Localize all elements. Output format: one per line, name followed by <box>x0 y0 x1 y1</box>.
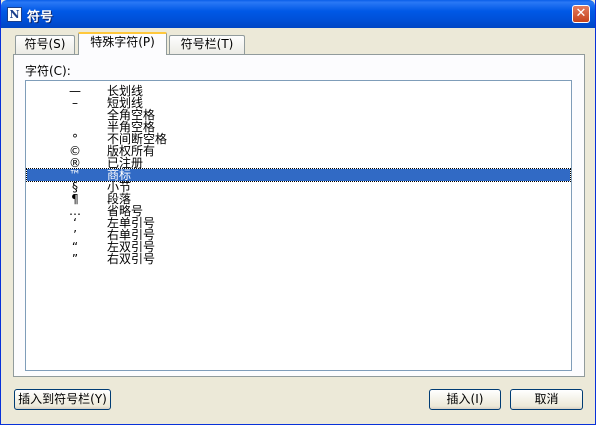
insert-to-symbol-bar-button[interactable]: 插入到符号栏(Y) <box>14 389 111 410</box>
title-bar[interactable]: N 符号 ✕ <box>1 0 595 28</box>
character-label: 字符(C): <box>25 64 71 78</box>
insert-button[interactable]: 插入(I) <box>429 389 501 410</box>
tab-special-characters[interactable]: 特殊字符(P) <box>78 32 167 55</box>
list-item[interactable]: ” 右双引号 <box>27 253 570 265</box>
character-name: 右双引号 <box>107 252 156 266</box>
character-list[interactable]: — 长划线 – 短划线 全角空格 半角空格 ° 不间断空格 © 版权所有 ® 已注册 ™ 商… <box>25 80 572 371</box>
symbol-dialog: N 符号 ✕ 符号(S) 特殊字符(P) 符号栏(T) 字符(C): — 长划线 … <box>0 0 596 425</box>
cancel-button[interactable]: 取消 <box>510 389 583 410</box>
close-button[interactable]: ✕ <box>572 5 590 23</box>
tab-symbol-bar[interactable]: 符号栏(T) <box>169 35 245 54</box>
tab-symbols[interactable]: 符号(S) <box>15 35 75 54</box>
window-title: 符号 <box>27 10 54 25</box>
tab-panel: 字符(C): — 长划线 – 短划线 全角空格 半角空格 ° 不间断空格 © 版权所有 … <box>13 54 585 377</box>
app-icon: N <box>7 7 22 22</box>
character-symbol: ” <box>71 252 79 266</box>
character-symbol: – <box>72 96 78 110</box>
